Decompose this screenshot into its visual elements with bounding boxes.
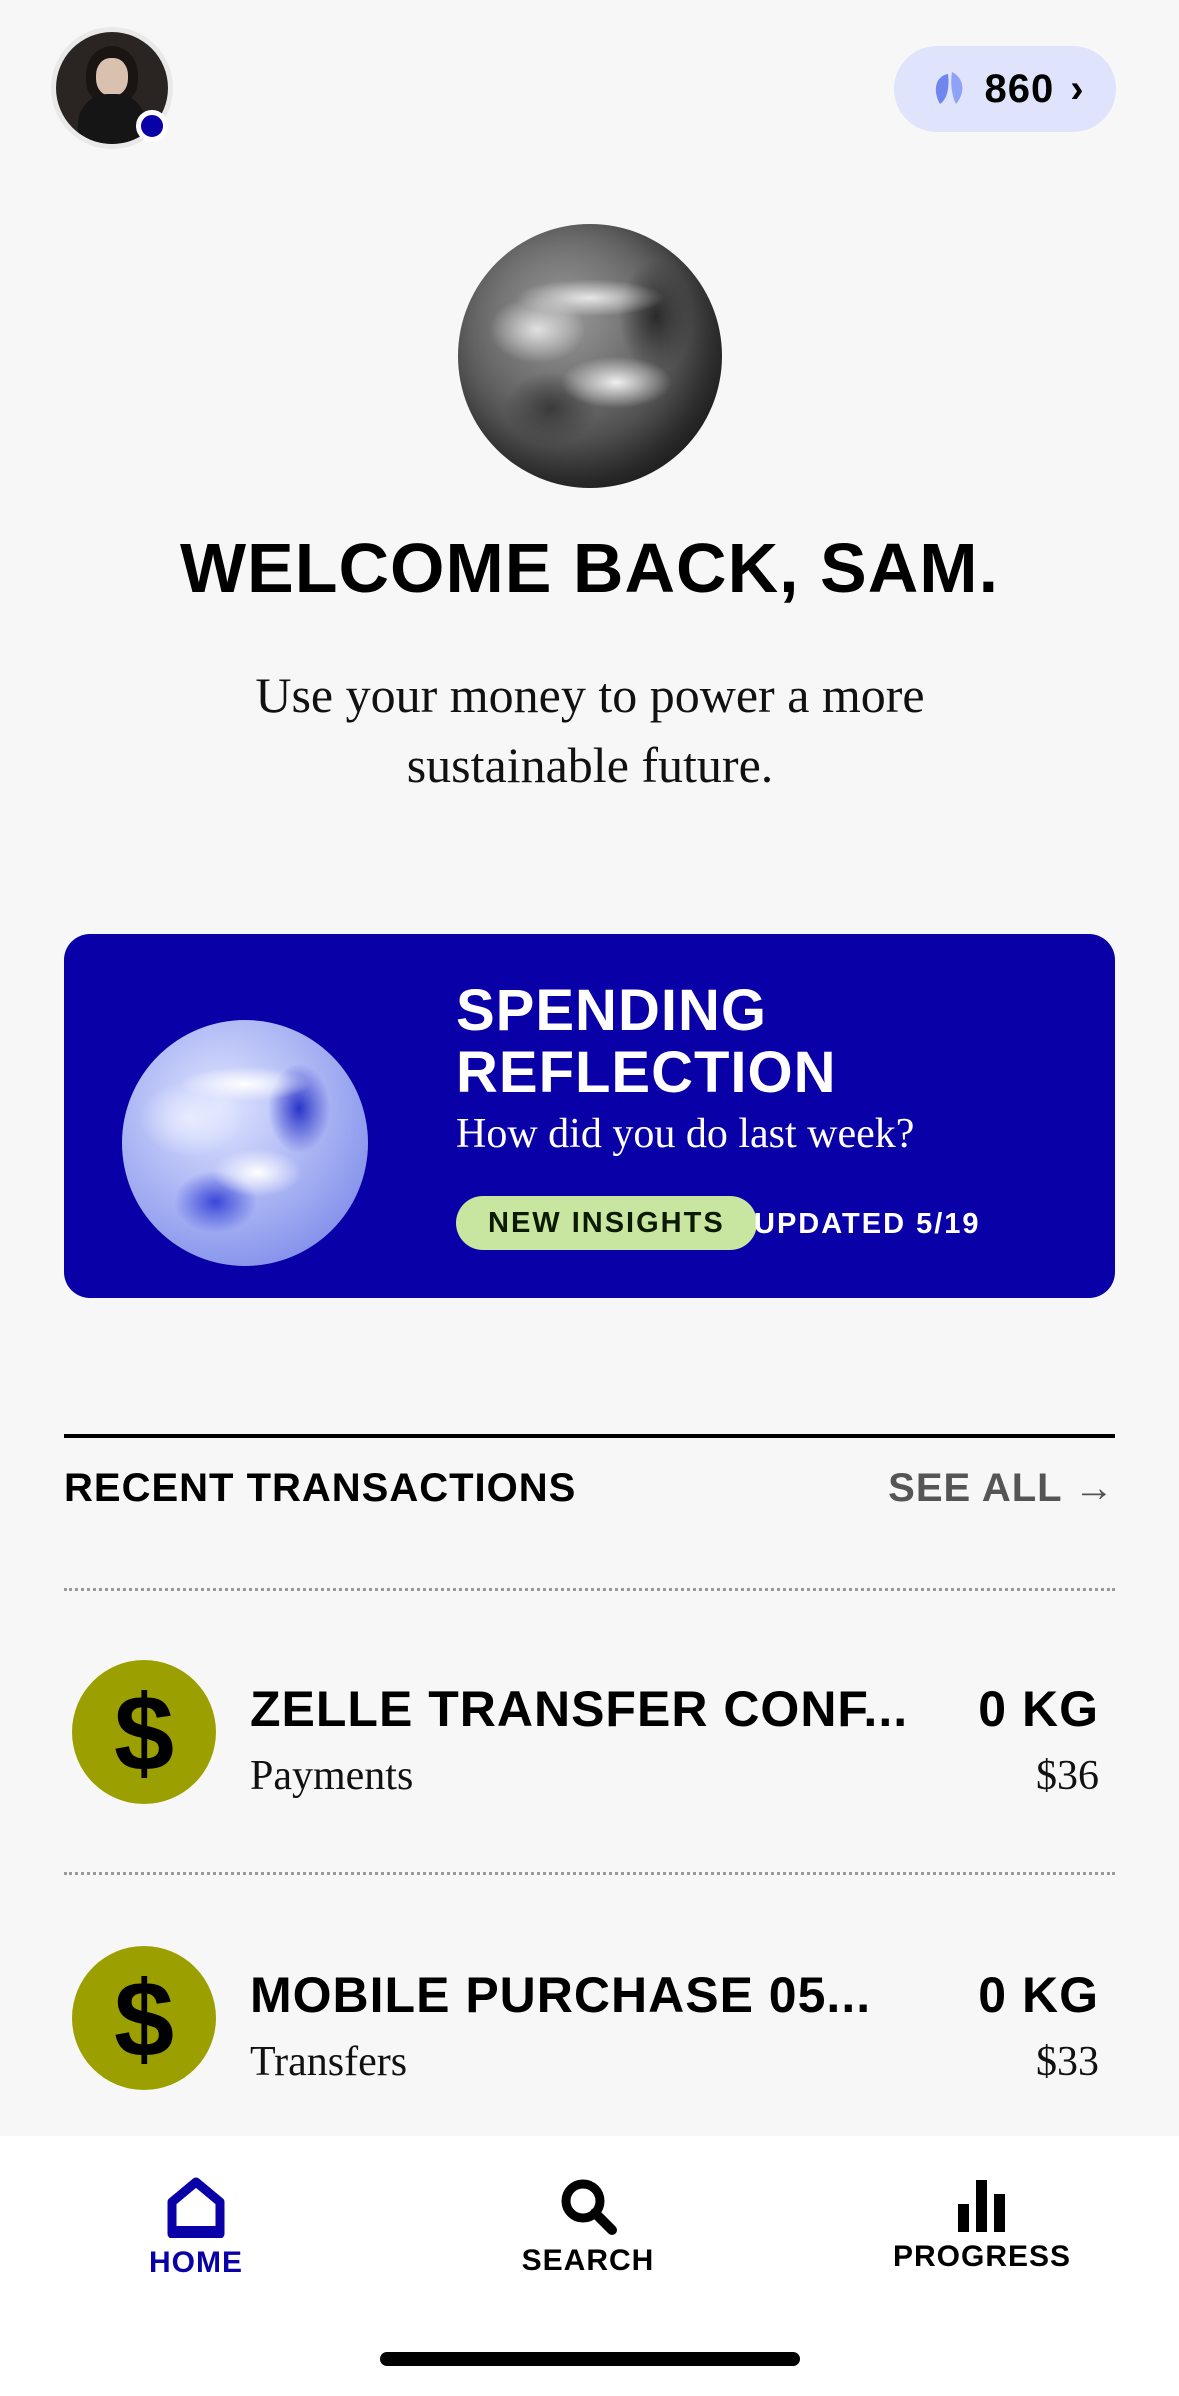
home-icon: [167, 2177, 225, 2238]
row-divider: [64, 1872, 1115, 1875]
leaf-icon: [936, 72, 963, 104]
home-screen: 860 › WELCOME BACK, SAM. Use your money …: [0, 0, 1179, 2396]
transaction-row[interactable]: $ MOBILE PURCHASE 05... Transfers 0 KG $…: [64, 1916, 1115, 2116]
tab-home-label: HOME: [149, 2246, 243, 2279]
search-icon: [561, 2179, 617, 2235]
tab-home[interactable]: HOME: [76, 2176, 316, 2280]
card-title: SPENDING REFLECTION: [456, 978, 837, 1105]
earth-image-blue: [122, 1020, 368, 1266]
row-divider: [64, 1588, 1115, 1591]
bar-chart-icon: [958, 2180, 1005, 2232]
tab-progress[interactable]: PROGRESS: [862, 2176, 1102, 2274]
arrow-right-icon: →: [1074, 1466, 1115, 1510]
transaction-category: Transfers: [250, 2039, 408, 2085]
points-value: 860: [984, 66, 1055, 111]
home-indicator: [380, 2352, 800, 2366]
spending-reflection-card[interactable]: SPENDING REFLECTION How did you do last …: [64, 934, 1115, 1298]
tagline: Use your money to power a more sustainab…: [255, 667, 925, 793]
transaction-amount: $36: [1036, 1753, 1099, 1799]
points-button[interactable]: 860 ›: [894, 46, 1116, 132]
welcome-heading: WELCOME BACK, SAM.: [179, 529, 1000, 607]
transaction-amount: $33: [1036, 2039, 1099, 2085]
transaction-emissions: 0 KG: [978, 1967, 1099, 2023]
transaction-name: ZELLE TRANSFER CONF...: [250, 1681, 909, 1737]
dollar-icon: $: [72, 1660, 216, 1804]
card-subtitle: How did you do last week?: [456, 1111, 915, 1157]
avatar-body: [78, 94, 146, 144]
tab-search-label: SEARCH: [521, 2244, 655, 2277]
new-insights-badge: NEW INSIGHTS: [456, 1196, 757, 1250]
transaction-row[interactable]: $ ZELLE TRANSFER CONF... Payments 0 KG $…: [64, 1630, 1115, 1830]
dollar-icon: $: [72, 1946, 216, 2090]
section-divider: [64, 1434, 1115, 1438]
tab-search[interactable]: SEARCH: [468, 2176, 708, 2278]
recent-transactions-heading: RECENT TRANSACTIONS: [64, 1466, 577, 1510]
tab-progress-label: PROGRESS: [892, 2240, 1072, 2273]
updated-date: UPDATED 5/19: [754, 1208, 981, 1240]
see-all-label: SEE ALL: [888, 1466, 1062, 1510]
transaction-category: Payments: [250, 1753, 414, 1799]
transaction-name: MOBILE PURCHASE 05...: [250, 1967, 872, 2023]
avatar-face: [96, 58, 128, 96]
notification-dot: [136, 110, 168, 142]
earth-image: [458, 224, 722, 488]
see-all-link[interactable]: SEE ALL →: [888, 1466, 1115, 1511]
transaction-emissions: 0 KG: [978, 1681, 1099, 1737]
chevron-right-icon: ›: [1070, 67, 1084, 111]
